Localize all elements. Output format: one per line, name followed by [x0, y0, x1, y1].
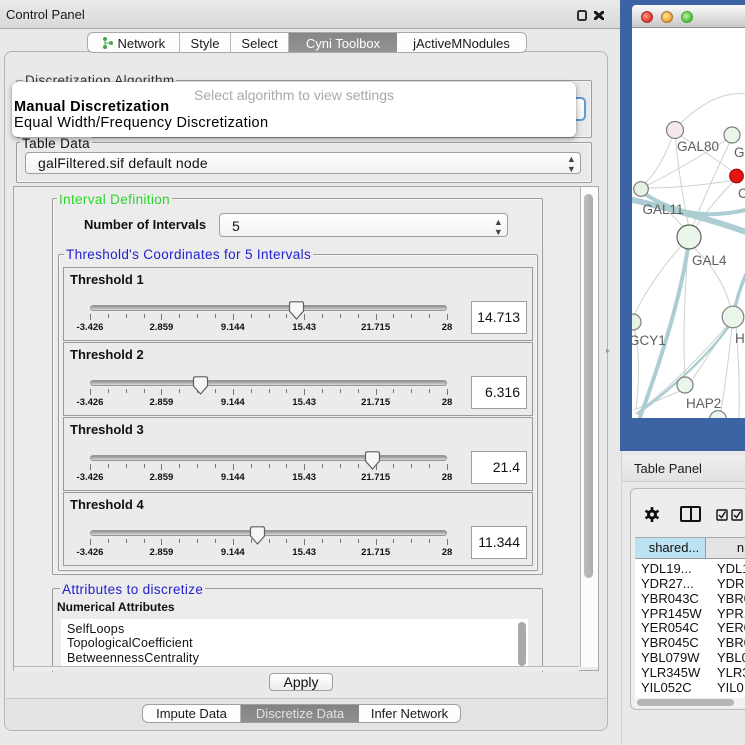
svg-text:GAL11: GAL11	[643, 202, 684, 217]
svg-text:C: C	[738, 186, 745, 201]
svg-text:G.: G.	[734, 145, 745, 160]
svg-text:GCY1: GCY1	[632, 333, 666, 348]
svg-text:H: H	[735, 331, 745, 346]
svg-text:GAL80: GAL80	[677, 139, 719, 154]
svg-text:GAL4: GAL4	[692, 253, 727, 268]
svg-text:HAP2: HAP2	[686, 396, 721, 411]
